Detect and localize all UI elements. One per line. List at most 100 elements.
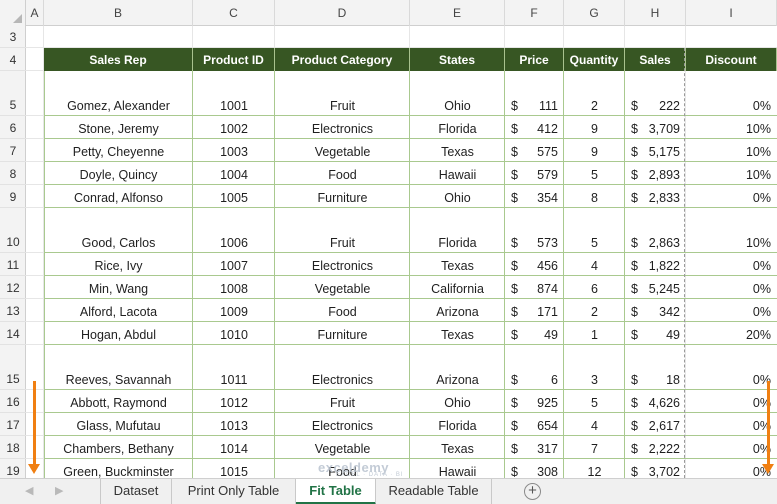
table-cell-disc[interactable]: 10% xyxy=(686,208,777,253)
next-sheet-icon[interactable]: ▶ xyxy=(55,484,63,497)
table-cell-price[interactable]: $308 xyxy=(505,459,564,478)
column-header-g[interactable]: G xyxy=(564,0,625,26)
table-cell-state[interactable]: Texas xyxy=(410,436,505,459)
table-cell-price[interactable]: $6 xyxy=(505,345,564,390)
sheet-tab-print-only-table[interactable]: Print Only Table xyxy=(172,479,296,504)
table-cell-qty[interactable]: 9 xyxy=(564,139,625,162)
table-cell-price[interactable]: $456 xyxy=(505,253,564,276)
table-cell-cat[interactable]: Furniture xyxy=(275,322,410,345)
table-cell-id[interactable]: 1005 xyxy=(193,185,275,208)
table-cell-id[interactable]: 1004 xyxy=(193,162,275,185)
select-all-corner[interactable] xyxy=(0,0,26,26)
table-cell-disc[interactable]: 0% xyxy=(686,299,777,322)
table-cell-sales[interactable]: $2,617 xyxy=(625,413,686,436)
table-cell-id[interactable]: 1014 xyxy=(193,436,275,459)
table-header-cell[interactable]: Product Category xyxy=(275,48,410,71)
table-cell-disc[interactable]: 20% xyxy=(686,322,777,345)
row-header-7[interactable]: 7 xyxy=(0,139,26,162)
table-cell-cat[interactable]: Electronics xyxy=(275,413,410,436)
table-cell-rep[interactable]: Good, Carlos xyxy=(44,208,193,253)
table-cell-disc[interactable]: 10% xyxy=(686,162,777,185)
table-cell-price[interactable]: $874 xyxy=(505,276,564,299)
table-cell-disc[interactable]: 0% xyxy=(686,413,777,436)
table-cell-id[interactable]: 1001 xyxy=(193,71,275,116)
table-cell-price[interactable]: $579 xyxy=(505,162,564,185)
table-cell-price[interactable]: $49 xyxy=(505,322,564,345)
table-cell-state[interactable]: Texas xyxy=(410,322,505,345)
table-header-cell[interactable]: Product ID xyxy=(193,48,275,71)
table-cell-id[interactable]: 1012 xyxy=(193,390,275,413)
table-cell-rep[interactable]: Abbott, Raymond xyxy=(44,390,193,413)
table-cell-disc[interactable]: 10% xyxy=(686,139,777,162)
table-cell-disc[interactable]: 0% xyxy=(686,436,777,459)
row-header-3[interactable]: 3 xyxy=(0,26,26,48)
table-cell-cat[interactable]: Electronics xyxy=(275,345,410,390)
prev-sheet-icon[interactable]: ◀ xyxy=(25,484,33,497)
row-header-15[interactable]: 15 xyxy=(0,345,26,390)
sheet-tab-dataset[interactable]: Dataset xyxy=(100,479,172,504)
row-header-11[interactable]: 11 xyxy=(0,253,26,276)
table-cell-price[interactable]: $354 xyxy=(505,185,564,208)
table-cell-qty[interactable]: 6 xyxy=(564,276,625,299)
table-cell-state[interactable]: Hawaii xyxy=(410,459,505,478)
row-header-5[interactable]: 5 xyxy=(0,71,26,116)
table-cell-price[interactable]: $573 xyxy=(505,208,564,253)
table-cell-qty[interactable]: 8 xyxy=(564,185,625,208)
column-header-h[interactable]: H xyxy=(625,0,686,26)
sheet-tab-fit-table[interactable]: Fit Table xyxy=(296,479,376,504)
table-cell-qty[interactable]: 4 xyxy=(564,253,625,276)
table-cell-qty[interactable]: 9 xyxy=(564,116,625,139)
table-cell-disc[interactable]: 0% xyxy=(686,276,777,299)
table-header-cell[interactable]: Price xyxy=(505,48,564,71)
table-cell-rep[interactable]: Reeves, Savannah xyxy=(44,345,193,390)
table-cell-qty[interactable]: 5 xyxy=(564,208,625,253)
table-cell-rep[interactable]: Petty, Cheyenne xyxy=(44,139,193,162)
table-cell-qty[interactable]: 3 xyxy=(564,345,625,390)
table-cell-sales[interactable]: $3,702 xyxy=(625,459,686,478)
table-cell-disc[interactable]: 0% xyxy=(686,185,777,208)
row-header-13[interactable]: 13 xyxy=(0,299,26,322)
worksheet-grid[interactable]: Sales Rep Product ID Product Category State… xyxy=(26,26,777,478)
table-cell-rep[interactable]: Gomez, Alexander xyxy=(44,71,193,116)
table-header-cell[interactable]: Quantity xyxy=(564,48,625,71)
table-cell-id[interactable]: 1008 xyxy=(193,276,275,299)
table-cell-qty[interactable]: 5 xyxy=(564,390,625,413)
table-header-cell[interactable]: Discount xyxy=(686,48,777,71)
table-cell-price[interactable]: $317 xyxy=(505,436,564,459)
table-cell-state[interactable]: Arizona xyxy=(410,345,505,390)
add-sheet-button[interactable]: + xyxy=(524,483,541,500)
sheet-tab-readable-table[interactable]: Readable Table xyxy=(376,479,492,504)
row-header-10[interactable]: 10 xyxy=(0,208,26,253)
table-cell-state[interactable]: Hawaii xyxy=(410,162,505,185)
column-header-d[interactable]: D xyxy=(275,0,410,26)
table-cell-state[interactable]: Texas xyxy=(410,139,505,162)
table-cell-qty[interactable]: 7 xyxy=(564,436,625,459)
table-cell-id[interactable]: 1007 xyxy=(193,253,275,276)
table-cell-state[interactable]: Ohio xyxy=(410,71,505,116)
table-cell-sales[interactable]: $4,626 xyxy=(625,390,686,413)
row-header-16[interactable]: 16 xyxy=(0,390,26,413)
table-cell-sales[interactable]: $49 xyxy=(625,322,686,345)
table-cell-price[interactable]: $575 xyxy=(505,139,564,162)
column-header-e[interactable]: E xyxy=(410,0,505,26)
table-cell-state[interactable]: Texas xyxy=(410,253,505,276)
table-cell-sales[interactable]: $342 xyxy=(625,299,686,322)
table-cell-id[interactable]: 1015 xyxy=(193,459,275,478)
row-header-12[interactable]: 12 xyxy=(0,276,26,299)
table-cell-sales[interactable]: $18 xyxy=(625,345,686,390)
table-cell-rep[interactable]: Conrad, Alfonso xyxy=(44,185,193,208)
table-cell-sales[interactable]: $1,822 xyxy=(625,253,686,276)
table-cell-sales[interactable]: $3,709 xyxy=(625,116,686,139)
table-cell-rep[interactable]: Alford, Lacota xyxy=(44,299,193,322)
table-cell-cat[interactable]: Furniture xyxy=(275,185,410,208)
table-cell-cat[interactable]: Fruit xyxy=(275,390,410,413)
table-cell-rep[interactable]: Glass, Mufutau xyxy=(44,413,193,436)
table-cell-id[interactable]: 1003 xyxy=(193,139,275,162)
table-cell-cat[interactable]: Food xyxy=(275,299,410,322)
row-header-4[interactable]: 4 xyxy=(0,48,26,71)
table-cell-id[interactable]: 1002 xyxy=(193,116,275,139)
table-cell-sales[interactable]: $2,893 xyxy=(625,162,686,185)
column-header-f[interactable]: F xyxy=(505,0,564,26)
table-cell-rep[interactable]: Chambers, Bethany xyxy=(44,436,193,459)
table-cell-cat[interactable]: Electronics xyxy=(275,116,410,139)
